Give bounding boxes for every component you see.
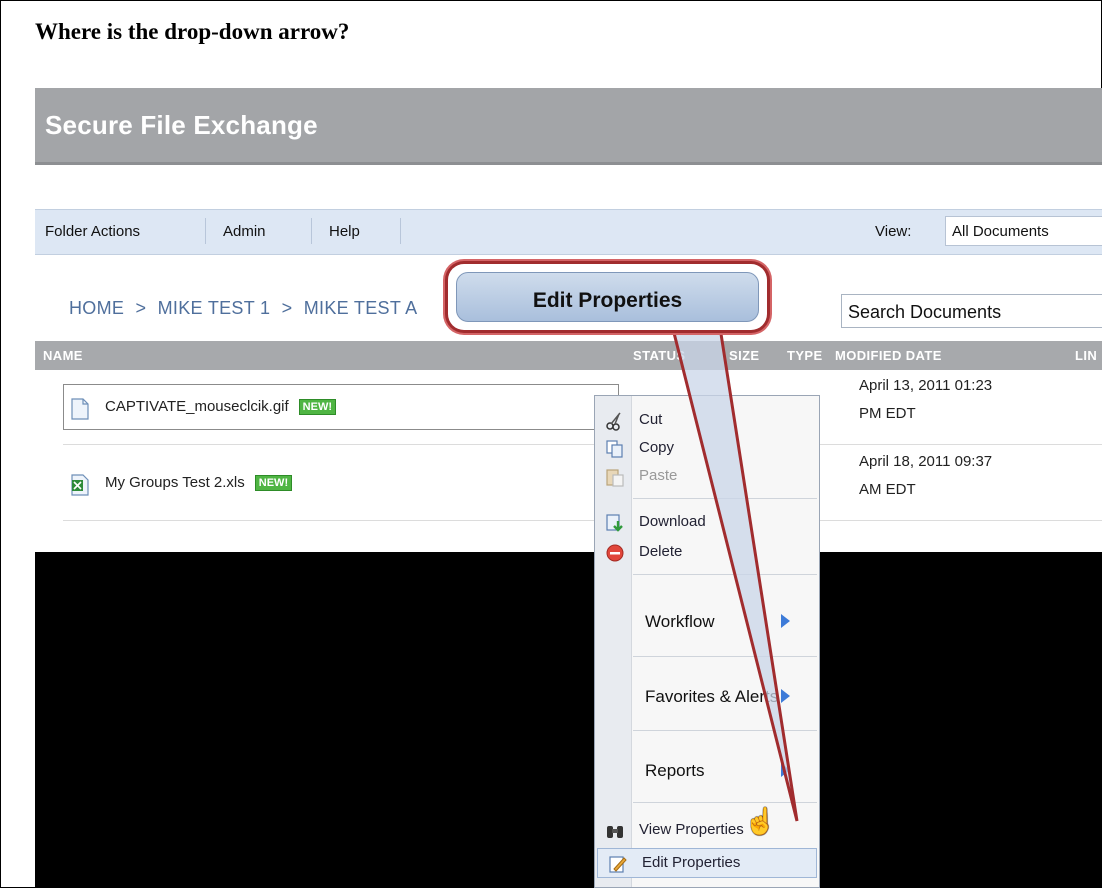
copy-icon xyxy=(606,440,623,458)
menu-item-delete[interactable]: Delete xyxy=(595,538,821,568)
table-header: NAME STATUS SIZE TYPE MODIFIED DATE LIN xyxy=(35,341,1102,370)
toolbar-divider xyxy=(205,218,206,244)
modified-date: April 13, 2011 01:23 PM EDT xyxy=(859,377,993,422)
menu-separator xyxy=(633,498,817,499)
breadcrumb-mike-test-1[interactable]: MIKE TEST 1 xyxy=(158,298,271,318)
menu-item-workflow[interactable]: Workflow xyxy=(595,607,821,637)
delete-icon xyxy=(606,544,624,562)
app-title: Secure File Exchange xyxy=(45,110,318,140)
submenu-arrow-icon xyxy=(781,614,790,628)
menu-separator xyxy=(633,730,817,731)
toolbar-divider xyxy=(400,218,401,244)
download-icon xyxy=(606,514,623,532)
dark-overlay-area xyxy=(35,552,1102,888)
menu-item-favorites-alerts[interactable]: Favorites & Alerts xyxy=(595,682,821,712)
table-row[interactable]: My Groups Test 2.xls NEW! April 18, 2011 … xyxy=(63,446,1102,521)
edit-icon xyxy=(609,856,627,873)
app-header: Secure File Exchange xyxy=(35,88,1102,165)
excel-file-icon xyxy=(71,474,89,496)
screenshot-frame: Where is the drop-down arrow? Secure Fil… xyxy=(0,0,1102,888)
menu-item-edit-properties[interactable]: Edit Properties xyxy=(597,848,817,878)
breadcrumb-separator: > xyxy=(135,298,147,318)
callout-text: Edit Properties xyxy=(532,289,683,312)
col-type[interactable]: TYPE xyxy=(787,348,823,363)
edit-properties-callout: Edit Properties xyxy=(448,264,767,330)
menu-item-reports[interactable]: Reports xyxy=(595,756,821,786)
search-documents-input[interactable]: Search Documents xyxy=(841,294,1102,328)
breadcrumb-separator: > xyxy=(281,298,293,318)
toolbar-divider xyxy=(311,218,312,244)
folder-actions-menu[interactable]: Folder Actions xyxy=(45,223,140,240)
scissors-icon xyxy=(606,412,621,431)
menu-item-cut[interactable]: Cut xyxy=(595,406,821,436)
menu-separator xyxy=(633,802,817,803)
new-badge: NEW! xyxy=(254,475,293,491)
submenu-arrow-icon xyxy=(781,763,790,777)
breadcrumb-mike-test-a[interactable]: MIKE TEST A xyxy=(304,298,418,318)
admin-menu[interactable]: Admin xyxy=(223,223,266,240)
file-name[interactable]: CAPTIVATE_mouseclcik.gif NEW! xyxy=(105,398,336,415)
hand-cursor-icon: ☝ xyxy=(744,806,777,836)
modified-date: April 18, 2011 09:37 AM EDT xyxy=(859,453,993,498)
menu-item-view-properties[interactable]: View Properties xyxy=(595,816,821,846)
secure-file-exchange-app: Secure File Exchange Folder Actions Admi… xyxy=(35,88,1102,888)
col-name[interactable]: NAME xyxy=(43,348,83,363)
submenu-arrow-icon xyxy=(781,689,790,703)
toolbar: Folder Actions Admin Help View: All Docu… xyxy=(35,209,1102,255)
question-heading: Where is the drop-down arrow? xyxy=(35,19,350,44)
breadcrumb: HOME > MIKE TEST 1 > MIKE TEST A xyxy=(69,298,423,319)
menu-item-copy[interactable]: Copy xyxy=(595,434,821,464)
image-file-icon xyxy=(71,398,89,420)
context-menu: Cut Copy Paste Download Delete Workflow … xyxy=(594,395,820,888)
new-badge: NEW! xyxy=(298,399,336,415)
menu-separator xyxy=(633,574,817,575)
file-name[interactable]: My Groups Test 2.xls NEW! xyxy=(105,474,293,491)
view-select[interactable]: All Documents xyxy=(945,216,1102,246)
menu-item-paste[interactable]: Paste xyxy=(595,462,821,492)
col-link[interactable]: LIN xyxy=(1075,348,1097,363)
binoculars-icon xyxy=(607,826,623,838)
view-label: View: xyxy=(875,223,912,240)
menu-separator xyxy=(633,656,817,657)
menu-item-download[interactable]: Download xyxy=(595,508,821,538)
col-status[interactable]: STATUS xyxy=(633,348,685,363)
col-size[interactable]: SIZE xyxy=(729,348,760,363)
col-modified-date[interactable]: MODIFIED DATE xyxy=(835,348,942,363)
table-row[interactable]: CAPTIVATE_mouseclcik.gif NEW! April 13, 2… xyxy=(63,372,1102,445)
paste-icon xyxy=(606,469,624,487)
callout-body: Edit Properties xyxy=(456,272,759,322)
help-menu[interactable]: Help xyxy=(329,223,360,240)
breadcrumb-home[interactable]: HOME xyxy=(69,298,124,318)
